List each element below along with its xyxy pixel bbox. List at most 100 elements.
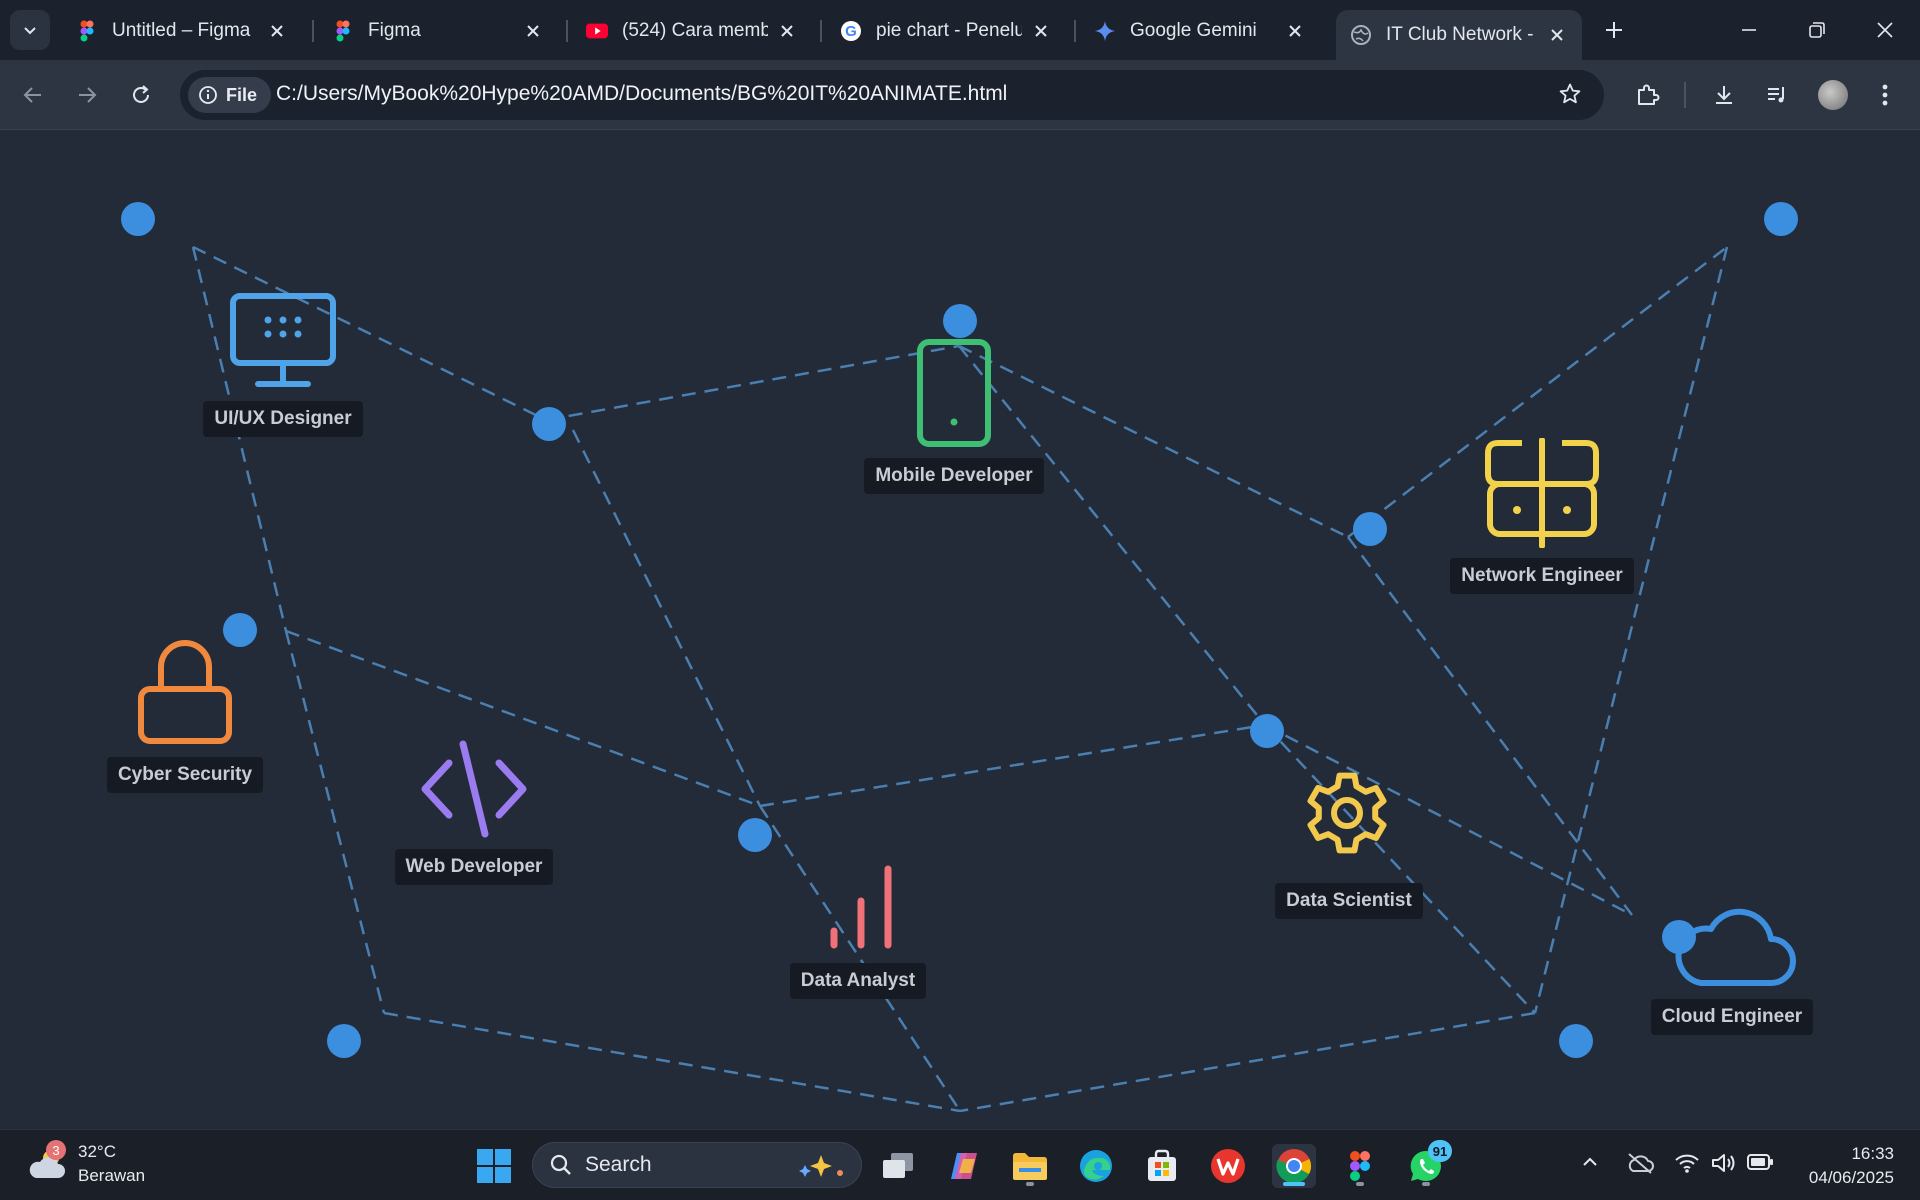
close-icon	[1877, 22, 1893, 38]
it-club-network-page: UI/UX Designer Mobile Developer Network …	[0, 131, 1920, 1129]
role-data-analyst[interactable]: Data Analyst	[768, 863, 948, 999]
svg-text:G: G	[845, 23, 857, 40]
arrow-right-icon	[79, 87, 97, 103]
arrow-left-icon	[23, 87, 41, 103]
close-window-button[interactable]	[1860, 8, 1910, 52]
close-icon[interactable]	[1546, 24, 1568, 46]
monitor-icon	[230, 293, 336, 387]
role-cyber-security[interactable]: Cyber Security	[85, 635, 285, 793]
reload-button[interactable]	[122, 76, 160, 114]
tab-search-button[interactable]	[10, 10, 50, 50]
store-icon	[1148, 1149, 1176, 1181]
taskbar-search[interactable]: Search	[532, 1142, 862, 1188]
tab-youtube[interactable]: (524) Cara membu	[572, 10, 812, 52]
smartphone-icon	[917, 339, 991, 447]
url-text[interactable]: C:/Users/MyBook%20Hype%20AMD/Documents/B…	[276, 82, 1007, 106]
minimize-button[interactable]	[1724, 8, 1774, 52]
start-button[interactable]	[472, 1144, 516, 1188]
site-info-chip[interactable]: File	[188, 77, 272, 113]
battery-icon	[1747, 1154, 1773, 1170]
battery-status[interactable]	[1746, 1152, 1774, 1172]
browser-toolbar: File C:/Users/MyBook%20Hype%20AMD/Docume…	[0, 60, 1920, 130]
show-hidden-icons-button[interactable]	[1580, 1152, 1600, 1172]
info-icon	[199, 86, 217, 104]
menu-button[interactable]	[1866, 76, 1904, 114]
tab-title: (524) Cara membu	[622, 20, 768, 41]
task-view-button[interactable]	[876, 1144, 920, 1188]
close-icon[interactable]	[266, 20, 288, 42]
chrome-button[interactable]	[1272, 1144, 1316, 1188]
wps-office-icon	[1211, 1149, 1245, 1183]
sparkle-icon	[799, 1155, 843, 1177]
address-bar[interactable]: File C:/Users/MyBook%20Hype%20AMD/Docume…	[180, 70, 1604, 120]
restore-button[interactable]	[1792, 8, 1842, 52]
figma-icon	[1350, 1151, 1370, 1181]
close-icon[interactable]	[1284, 20, 1306, 42]
weather-condition: Berawan	[78, 1166, 146, 1185]
running-indicator	[1422, 1182, 1430, 1186]
wps-office-button[interactable]	[1206, 1144, 1250, 1188]
wifi-status[interactable]	[1674, 1152, 1700, 1174]
whatsapp-badge: 91	[1428, 1140, 1452, 1162]
role-data-scientist[interactable]: Data Scientist	[1259, 753, 1439, 919]
weather-widget[interactable]: 3 32°C Berawan	[26, 1140, 145, 1188]
forward-button[interactable]	[68, 76, 106, 114]
downloads-button[interactable]	[1705, 76, 1743, 114]
network-node	[121, 202, 155, 236]
clock-date: 04/06/2025	[1808, 1168, 1894, 1187]
edge-button[interactable]	[1074, 1144, 1118, 1188]
onedrive-status[interactable]	[1626, 1152, 1654, 1174]
close-icon[interactable]	[1030, 20, 1052, 42]
figma-app-button[interactable]	[1338, 1144, 1382, 1188]
network-node	[738, 818, 772, 852]
network-node	[532, 407, 566, 441]
tab-separator	[820, 20, 822, 42]
tab-google-search[interactable]: G pie chart - Penelus	[826, 10, 1066, 52]
role-cloud-engineer[interactable]: Cloud Engineer	[1637, 899, 1827, 1035]
chrome-icon	[1276, 1149, 1312, 1184]
clock-time: 16:33	[1851, 1144, 1894, 1163]
puzzle-icon	[1638, 84, 1660, 105]
role-label: Web Developer	[394, 849, 554, 885]
copilot-button[interactable]	[942, 1144, 986, 1188]
system-clock[interactable]: 16:33 04/06/2025	[1809, 1142, 1894, 1190]
back-button[interactable]	[14, 76, 52, 114]
tab-strip: Untitled – Figma Figma (524) Cara membu …	[0, 0, 1920, 60]
microsoft-store-button[interactable]	[1140, 1144, 1184, 1188]
volume-control[interactable]	[1710, 1152, 1736, 1174]
extensions-button[interactable]	[1628, 76, 1666, 114]
tab-separator	[566, 20, 568, 42]
windows-logo-icon	[477, 1149, 511, 1183]
whatsapp-button[interactable]: 91	[1404, 1140, 1452, 1188]
globe-icon	[1350, 24, 1372, 46]
media-control-button[interactable]	[1758, 76, 1796, 114]
server-icon	[1485, 438, 1599, 548]
tab-figma[interactable]: Figma	[318, 10, 558, 52]
profile-avatar[interactable]	[1818, 80, 1848, 110]
role-mobile-developer[interactable]: Mobile Developer	[849, 338, 1059, 494]
role-web-developer[interactable]: Web Developer	[379, 739, 569, 885]
role-network-engineer[interactable]: Network Engineer	[1437, 438, 1647, 594]
search-placeholder: Search	[585, 1153, 652, 1176]
chevron-down-icon	[24, 27, 36, 35]
tab-it-club-network[interactable]: IT Club Network - /	[1336, 10, 1582, 60]
file-explorer-button[interactable]	[1008, 1144, 1052, 1188]
tab-untitled-figma[interactable]: Untitled – Figma	[62, 10, 302, 52]
minimize-icon	[1742, 29, 1756, 31]
close-icon[interactable]	[776, 20, 798, 42]
cloud-icon	[1675, 908, 1796, 986]
role-label: Cloud Engineer	[1650, 999, 1814, 1035]
bookmark-star-icon[interactable]	[1558, 82, 1582, 111]
network-line	[959, 1011, 1536, 1113]
new-tab-button[interactable]	[1596, 12, 1632, 48]
tab-title: IT Club Network - /	[1386, 24, 1538, 45]
cloud-offline-icon	[1628, 1153, 1654, 1174]
role-label: Mobile Developer	[864, 458, 1044, 494]
tab-gemini[interactable]: Google Gemini	[1080, 10, 1320, 52]
close-icon[interactable]	[522, 20, 544, 42]
folder-icon	[1013, 1153, 1047, 1180]
bar-chart-icon	[830, 865, 892, 949]
role-uiux-designer[interactable]: UI/UX Designer	[178, 291, 388, 437]
download-icon	[1716, 86, 1732, 104]
copilot-icon	[951, 1153, 977, 1179]
